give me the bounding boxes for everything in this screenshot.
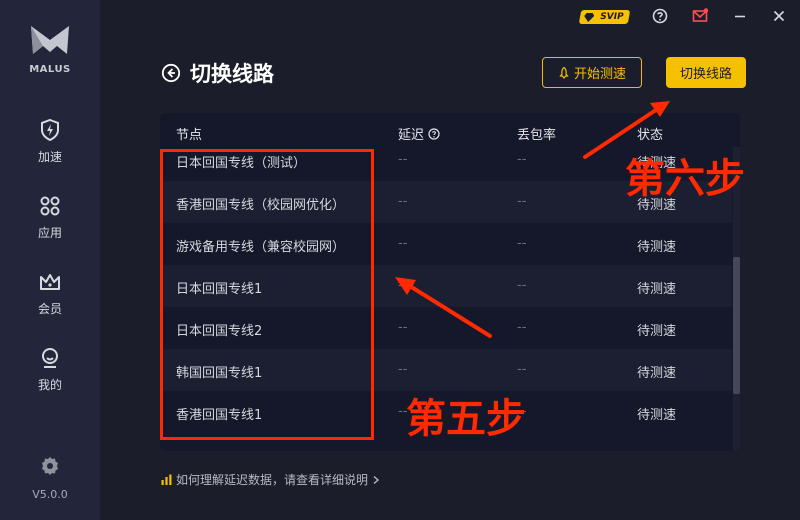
latency-help-text: 如何理解延迟数据，请查看详细说明 bbox=[176, 473, 369, 487]
latency-value: -- bbox=[398, 236, 408, 251]
status-value: 待测速 bbox=[637, 282, 677, 297]
latency-value: -- bbox=[398, 194, 408, 209]
sidebar-item-label: 会员 bbox=[37, 302, 62, 316]
sidebar-item-apps[interactable]: 应用 bbox=[0, 194, 100, 254]
svip-badge[interactable]: SVIP bbox=[578, 10, 631, 24]
info-icon[interactable] bbox=[428, 128, 440, 140]
svip-label: SVIP bbox=[599, 12, 625, 22]
diamond-icon bbox=[584, 13, 595, 22]
bar-chart-icon bbox=[161, 474, 172, 485]
apps-grid-icon bbox=[40, 196, 60, 216]
latency-value: -- bbox=[398, 152, 408, 167]
column-header-node: 节点 bbox=[176, 128, 203, 143]
step5-annotation: 第五步 bbox=[406, 396, 526, 442]
sidebar-item-membership[interactable]: 会员 bbox=[0, 270, 100, 330]
sidebar-item-accelerate[interactable]: 加速 bbox=[0, 118, 100, 178]
packet-loss-value: -- bbox=[517, 278, 527, 293]
packet-loss-value: -- bbox=[517, 194, 527, 209]
status-value: 待测速 bbox=[637, 408, 677, 423]
sidebar: MALUS 加速 应用 会员 我的 V5.0.0 bbox=[0, 0, 100, 520]
status-value: 待测速 bbox=[637, 366, 677, 381]
malus-logo-icon bbox=[31, 26, 69, 54]
latency-value: -- bbox=[398, 362, 408, 377]
latency-value: -- bbox=[398, 278, 408, 293]
close-icon[interactable] bbox=[771, 8, 787, 24]
start-speed-test-button[interactable]: 开始测速 bbox=[542, 57, 642, 88]
latency-value: -- bbox=[398, 320, 408, 335]
start-speed-test-label: 开始测速 bbox=[573, 67, 626, 82]
status-value: 待测速 bbox=[637, 240, 677, 255]
page-title: 切换线路 bbox=[190, 62, 274, 86]
step5-highlight-box bbox=[160, 149, 374, 440]
help-icon[interactable] bbox=[652, 8, 668, 24]
table-header: 节点 延迟 丢包率 状态 bbox=[160, 113, 740, 149]
packet-loss-value: -- bbox=[517, 362, 527, 377]
sidebar-item-profile[interactable]: 我的 bbox=[0, 346, 100, 406]
user-icon bbox=[42, 348, 58, 368]
status-value: 待测速 bbox=[637, 324, 677, 339]
minimize-icon[interactable] bbox=[732, 8, 748, 24]
mail-icon[interactable] bbox=[692, 8, 708, 24]
logo-text: MALUS bbox=[29, 64, 71, 75]
sidebar-item-label: 应用 bbox=[37, 226, 62, 240]
packet-loss-value: -- bbox=[517, 236, 527, 251]
column-header-status: 状态 bbox=[637, 128, 664, 143]
lightning-shield-icon bbox=[41, 118, 59, 142]
rocket-icon bbox=[559, 66, 569, 79]
scrollbar-thumb[interactable] bbox=[733, 257, 740, 394]
sidebar-item-label: 加速 bbox=[37, 150, 62, 164]
version-label: V5.0.0 bbox=[32, 488, 68, 501]
latency-help-link[interactable]: 如何理解延迟数据，请查看详细说明 bbox=[161, 471, 380, 488]
column-header-packet-loss: 丢包率 bbox=[517, 128, 557, 143]
column-header-latency-label: 延迟 bbox=[398, 128, 425, 143]
step6-annotation: 第六步 bbox=[625, 156, 745, 202]
packet-loss-value: -- bbox=[517, 152, 527, 167]
gear-icon[interactable] bbox=[40, 456, 60, 476]
sidebar-item-label: 我的 bbox=[37, 378, 62, 392]
back-icon[interactable] bbox=[161, 63, 181, 83]
switch-route-button[interactable]: 切换线路 bbox=[666, 57, 746, 88]
column-header-latency: 延迟 bbox=[398, 124, 440, 143]
packet-loss-value: -- bbox=[517, 320, 527, 335]
crown-icon bbox=[40, 274, 60, 290]
chevron-right-icon bbox=[373, 475, 380, 484]
